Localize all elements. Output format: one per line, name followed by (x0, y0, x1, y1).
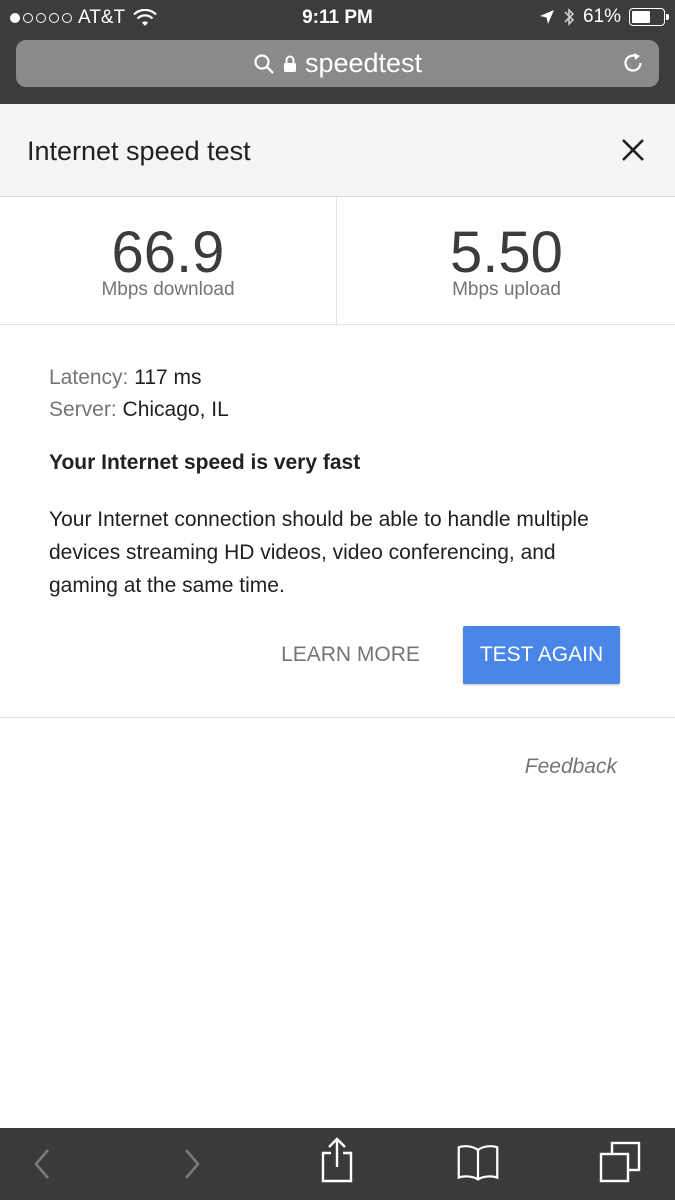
status-bar: AT&T 9:11 PM 61% (0, 0, 675, 36)
download-unit: Mbps download (101, 279, 235, 300)
chevron-left-icon (34, 1149, 49, 1179)
browser-chrome: AT&T 9:11 PM 61% speedtest (0, 0, 675, 104)
address-bar[interactable]: speedtest (16, 40, 659, 87)
latency-label: Latency: (49, 366, 129, 389)
bluetooth-icon (564, 8, 575, 26)
search-icon (254, 53, 274, 74)
chevron-right-icon (185, 1149, 200, 1179)
share-icon (321, 1137, 353, 1183)
upload-result: 5.50 Mbps upload (338, 197, 675, 325)
location-arrow-icon (539, 10, 554, 24)
tabs-icon (599, 1141, 641, 1183)
test-again-button[interactable]: TEST AGAIN (463, 626, 620, 684)
card-title: Internet speed test (27, 136, 251, 166)
battery-percent: 61% (582, 6, 621, 27)
reload-icon[interactable] (621, 51, 645, 75)
upload-value: 5.50 (450, 220, 563, 285)
share-button[interactable] (315, 1137, 359, 1183)
server-value: Chicago, IL (122, 398, 229, 421)
server-label: Server: (49, 398, 117, 421)
speed-summary-description: Your Internet connection should be able … (49, 508, 589, 597)
download-value: 66.9 (111, 220, 225, 285)
latency-row: Latency: 117 ms (49, 362, 629, 394)
learn-more-button[interactable]: LEARN MORE (263, 626, 438, 684)
card-header: Internet speed test (0, 104, 675, 197)
tabs-button[interactable] (598, 1140, 642, 1184)
lock-icon (283, 55, 296, 72)
server-row: Server: Chicago, IL (49, 394, 629, 426)
speed-results: 66.9 Mbps download 5.50 Mbps upload (0, 197, 675, 325)
battery-level (632, 11, 651, 23)
forward-button[interactable] (170, 1142, 214, 1186)
book-icon (457, 1145, 499, 1181)
url-text: speedtest (304, 48, 423, 78)
address-content: speedtest (16, 48, 659, 79)
close-icon[interactable] (621, 138, 645, 162)
divider (0, 717, 675, 718)
speed-summary-heading: Your Internet speed is very fast (49, 451, 361, 474)
latency-value: 117 ms (134, 366, 202, 389)
bookmarks-button[interactable] (456, 1140, 500, 1184)
browser-toolbar (0, 1128, 675, 1200)
back-button[interactable] (20, 1142, 64, 1186)
download-result: 66.9 Mbps download (0, 197, 337, 325)
feedback-link[interactable]: Feedback (525, 755, 617, 779)
upload-unit: Mbps upload (452, 279, 561, 300)
test-details: Latency: 117 ms Server: Chicago, IL (49, 362, 629, 426)
battery-icon (629, 8, 669, 26)
status-right: 61% (539, 6, 669, 28)
